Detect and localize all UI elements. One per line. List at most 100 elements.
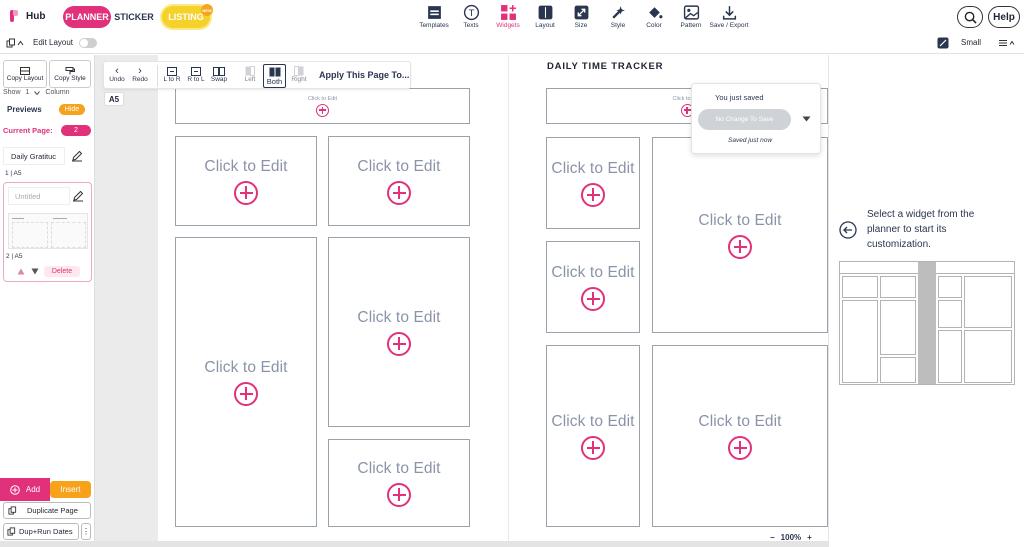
copy-layout-button[interactable]: Copy Layout [3, 60, 47, 88]
view-left-button[interactable]: Left [239, 66, 261, 83]
page-2-meta: 2 | A5 [6, 253, 23, 260]
l-to-r-button[interactable]: L to R [161, 67, 183, 83]
add-widget-icon[interactable] [387, 482, 411, 507]
widget-small[interactable]: Click to Edit [175, 88, 470, 124]
current-page-value[interactable]: 2 [61, 125, 91, 136]
edit-pencil-icon[interactable] [72, 190, 84, 202]
view-right-label: Right [291, 76, 307, 83]
click-to-edit-label: Click to Edit [307, 95, 338, 102]
widget-cell[interactable]: Click to Edit [175, 136, 317, 226]
size-small-icon[interactable] [937, 37, 949, 49]
back-arrow-icon[interactable] [839, 221, 857, 239]
left-panel: Copy Layout Copy Style Show 1 Column Pre… [0, 55, 95, 547]
edit-layout-toggle[interactable] [79, 38, 97, 48]
l-to-r-label: L to R [163, 76, 181, 83]
layout-preview-illustration [839, 261, 1015, 385]
widget-hint-text: Select a widget from the planner to star… [867, 209, 975, 250]
widget-cell[interactable]: Click to Edit [328, 439, 470, 527]
add-widget-icon[interactable] [387, 180, 411, 205]
tool-size-label: Size [574, 22, 588, 29]
size-small-label: Small [961, 38, 982, 47]
duplicate-label: Duplicate Page [27, 506, 78, 515]
hub-link[interactable]: Hub [8, 9, 45, 23]
both-pages-icon [269, 67, 280, 76]
move-down-icon[interactable] [31, 268, 39, 275]
widget-cell[interactable]: Click to Edit [652, 137, 828, 333]
help-button[interactable]: Help [988, 6, 1020, 28]
add-widget-icon[interactable] [234, 180, 258, 205]
tab-planner[interactable]: PLANNER [63, 6, 111, 28]
view-both-button[interactable]: Both [263, 64, 286, 88]
no-change-save-button[interactable]: No Change To Save [698, 109, 791, 130]
delete-page-button[interactable]: Delete [44, 266, 80, 277]
hub-logo-icon [10, 10, 18, 22]
copy-right-to-left-icon [191, 67, 201, 76]
caret-down-icon[interactable] [802, 116, 811, 122]
right-page-icon [294, 66, 304, 76]
list-menu-icon[interactable] [998, 39, 1016, 47]
add-widget-icon[interactable] [234, 381, 258, 406]
canvas-toolbar: ‹ Undo › Redo L to R R to L Swap Left Both… [103, 61, 411, 89]
widget-cell[interactable]: Click to Edit [328, 136, 470, 226]
zoom-level: 100% [780, 532, 802, 542]
swap-label: Swap [210, 76, 228, 83]
zoom-out-button[interactable]: − [770, 533, 775, 542]
page-2-name-input[interactable]: Untitled [8, 187, 70, 205]
edit-pencil-icon[interactable] [71, 150, 83, 162]
more-options-icon[interactable]: ⋮ [81, 523, 91, 540]
widget-cell[interactable]: Click to Edit [175, 237, 317, 527]
hide-previews-button[interactable]: Hide [59, 104, 85, 115]
save-status: Saved just now [728, 137, 773, 144]
widget-cell[interactable]: Click to Edit [546, 345, 640, 527]
widget-cell[interactable]: Click to Edit [328, 237, 470, 427]
click-to-edit-label: Click to Edit [551, 159, 635, 177]
dup-run-dates-button[interactable]: Dup+Run Dates [3, 523, 79, 540]
click-to-edit-label: Click to Edit [204, 157, 288, 175]
add-widget-icon[interactable] [581, 286, 605, 311]
search-button[interactable] [957, 6, 983, 28]
color-icon [648, 7, 662, 19]
page-1-item[interactable]: Daily Gratituc [3, 145, 91, 167]
page-2-thumbnail[interactable] [8, 213, 88, 249]
add-widget-icon[interactable] [316, 103, 329, 117]
copy-layout-label: Copy Layout [6, 74, 44, 82]
r-to-l-button[interactable]: R to L [185, 67, 207, 83]
widget-cell[interactable]: Click to Edit [652, 345, 828, 527]
apply-page-button[interactable]: Apply This Page To... [319, 70, 409, 80]
tool-templates-label: Templates [419, 22, 449, 29]
view-right-button[interactable]: Right [288, 66, 310, 83]
chevron-down-icon[interactable] [34, 90, 41, 95]
add-widget-icon[interactable] [581, 182, 605, 207]
dup-run-dates-label: Dup+Run Dates [19, 527, 73, 536]
zoom-in-button[interactable]: + [807, 533, 812, 542]
insert-page-button[interactable]: Insert [50, 481, 91, 498]
swap-button[interactable]: Swap [208, 67, 230, 83]
tool-style-label: Style [610, 22, 626, 29]
undo-button[interactable]: ‹ Undo [107, 66, 127, 84]
add-page-button[interactable]: Add [0, 478, 50, 501]
show-value[interactable]: 1 [26, 89, 30, 96]
copy-style-button[interactable]: Copy Style [49, 60, 91, 88]
copy-icon[interactable] [6, 38, 16, 48]
widgets-icon [500, 5, 516, 20]
add-widget-icon[interactable] [728, 234, 752, 259]
copy-layout-icon [20, 66, 30, 75]
tool-save-export[interactable]: Save / Export [706, 4, 752, 29]
save-popup-title: You just saved [715, 93, 764, 102]
chevron-up-icon[interactable] [17, 40, 24, 46]
tab-sticker[interactable]: STICKER [112, 6, 156, 28]
move-up-icon[interactable] [17, 268, 25, 275]
add-widget-icon[interactable] [728, 435, 752, 460]
copy-style-label: Copy Style [54, 74, 86, 82]
page-2-card[interactable]: Untitled 2 | A5 Delete [3, 182, 92, 282]
widget-cell[interactable]: Click to Edit [546, 137, 640, 229]
search-icon [964, 11, 977, 24]
left-page-icon [245, 66, 255, 76]
widget-cell[interactable]: Click to Edit [546, 241, 640, 333]
page-1-name[interactable]: Daily Gratituc [3, 147, 65, 165]
add-widget-icon[interactable] [387, 331, 411, 356]
redo-button[interactable]: › Redo [130, 66, 150, 84]
right-page-title: DAILY TIME TRACKER [547, 61, 664, 72]
add-widget-icon[interactable] [581, 435, 605, 460]
duplicate-page-button[interactable]: Duplicate Page [3, 502, 91, 519]
